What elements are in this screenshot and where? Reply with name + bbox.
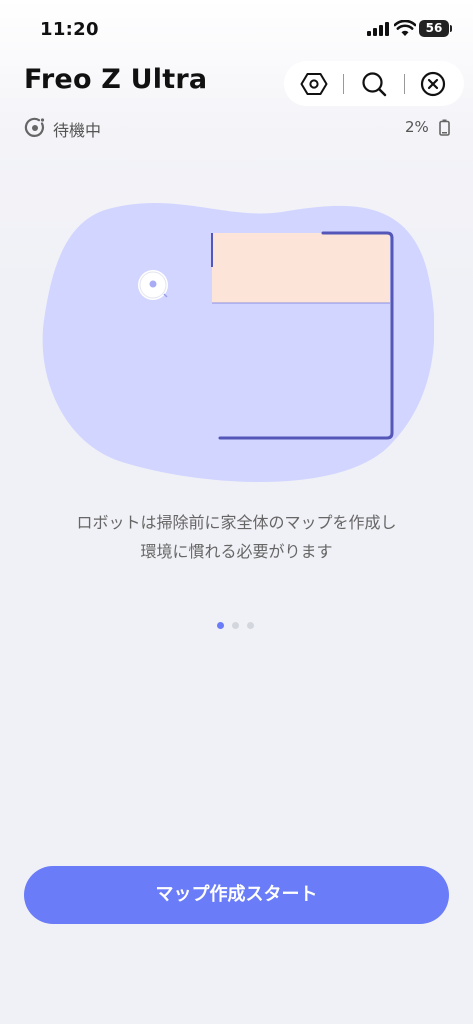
- device-status-row: 待機中 2%: [24, 116, 454, 140]
- robot-battery-percent: 2%: [405, 118, 429, 136]
- page-title: Freo Z Ultra: [24, 64, 208, 95]
- search-icon[interactable]: [359, 69, 389, 99]
- battery-icon: 56: [419, 20, 449, 37]
- page-indicator: [217, 622, 257, 630]
- header-toolbar: [284, 61, 464, 106]
- page-dot: [232, 622, 239, 629]
- page-dot: [247, 622, 254, 629]
- robot-icon: [138, 270, 168, 300]
- toolbar-divider: [343, 74, 344, 94]
- cellular-signal-icon: [367, 22, 389, 36]
- toolbar-divider: [404, 74, 405, 94]
- start-mapping-button[interactable]: マップ作成スタート: [24, 866, 449, 924]
- robot-state-text: 待機中: [53, 121, 102, 140]
- settings-icon[interactable]: [299, 69, 329, 99]
- room-highlight: [212, 233, 390, 303]
- robot-battery-icon: [439, 119, 450, 136]
- description-line: 環境に慣れる必要がります: [140, 542, 333, 561]
- status-bar: 11:20 56: [0, 0, 473, 56]
- description-line: ロボットは掃除前に家全体のマップを作成し: [76, 513, 397, 532]
- page-dot-active: [217, 622, 224, 629]
- onboarding-description: ロボットは掃除前に家全体のマップを作成し 環境に慣れる必要がります: [20, 508, 453, 566]
- wifi-icon: [394, 20, 416, 36]
- map-illustration: [42, 202, 434, 483]
- robot-status-icon: [24, 117, 45, 137]
- battery-nub: [450, 25, 452, 32]
- close-icon[interactable]: [418, 69, 448, 99]
- status-time: 11:20: [40, 19, 99, 40]
- battery-level: 56: [425, 21, 443, 35]
